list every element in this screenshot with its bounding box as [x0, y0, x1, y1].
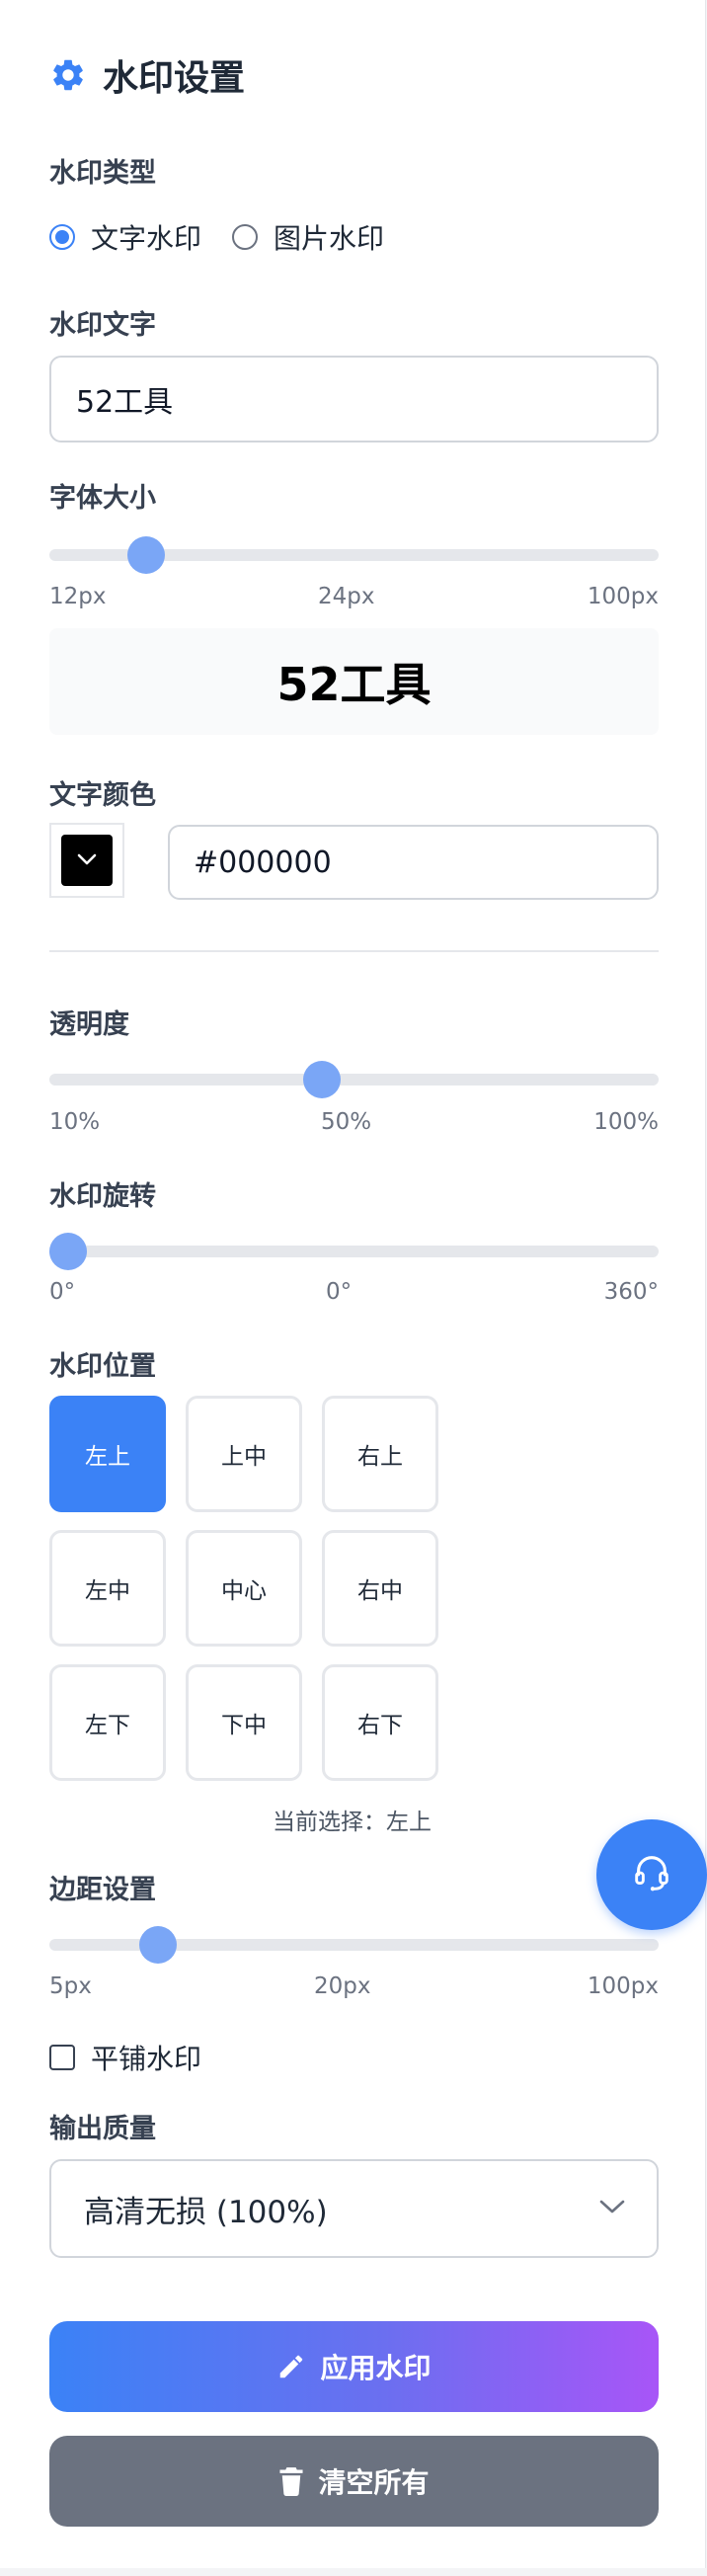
- font-size-slider-thumb[interactable]: [126, 536, 165, 574]
- radio-label: 文字水印: [91, 222, 202, 255]
- preview-text: 52工具: [276, 658, 432, 711]
- position-top-center-button[interactable]: 上中: [186, 1396, 302, 1512]
- headset-icon: [629, 1850, 674, 1899]
- opacity-label: 透明度: [49, 1009, 129, 1040]
- chevron-down-icon: [76, 851, 98, 870]
- opacity-slider-track[interactable]: [49, 1074, 659, 1086]
- position-middle-right-button[interactable]: 右中: [322, 1530, 438, 1647]
- panel-header: 水印设置: [49, 49, 245, 101]
- color-swatch[interactable]: [61, 835, 113, 886]
- position-center-button[interactable]: 中心: [186, 1530, 302, 1647]
- color-picker[interactable]: [49, 823, 124, 898]
- text-color-label: 文字颜色: [49, 780, 156, 811]
- margin-current-label: 20px: [314, 1973, 371, 1999]
- chevron-down-icon: [597, 2198, 627, 2219]
- margin-max-label: 100px: [587, 1973, 659, 1999]
- radio-text-watermark[interactable]: 文字水印: [49, 217, 201, 257]
- rotation-current-label: 0°: [326, 1279, 353, 1305]
- position-middle-left-button[interactable]: 左中: [49, 1530, 166, 1647]
- gear-icon: [49, 56, 87, 94]
- rotation-min-label: 0°: [49, 1279, 76, 1305]
- tile-watermark-checkbox[interactable]: [49, 2045, 75, 2070]
- watermark-text-label: 水印文字: [49, 310, 156, 341]
- clear-all-button[interactable]: 清空所有: [49, 2436, 659, 2527]
- font-size-label: 字体大小: [49, 483, 156, 514]
- hex-color-input[interactable]: [168, 825, 659, 900]
- opacity-current-label: 50%: [321, 1109, 372, 1135]
- position-bottom-center-button[interactable]: 下中: [186, 1664, 302, 1781]
- margin-min-label: 5px: [49, 1973, 92, 1999]
- clear-all-label: 清空所有: [318, 2466, 430, 2499]
- position-label: 水印位置: [49, 1351, 156, 1382]
- font-size-max-label: 100px: [587, 584, 659, 609]
- font-size-current-label: 24px: [318, 584, 375, 609]
- rotation-slider-track[interactable]: [49, 1246, 659, 1257]
- current-position-text: 当前选择：左上: [273, 1810, 432, 1835]
- output-quality-value: 高清无损 (100%): [84, 2194, 328, 2230]
- position-bottom-right-button[interactable]: 右下: [322, 1664, 438, 1781]
- pencil-icon: [276, 2352, 306, 2381]
- radio-button-unchecked[interactable]: [232, 224, 258, 250]
- divider: [49, 950, 659, 952]
- apply-watermark-button[interactable]: 应用水印: [49, 2321, 659, 2412]
- radio-image-watermark[interactable]: 图片水印: [232, 217, 384, 257]
- margin-slider-thumb[interactable]: [139, 1926, 178, 1964]
- watermark-text-input[interactable]: [49, 356, 659, 443]
- position-top-right-button[interactable]: 右上: [322, 1396, 438, 1512]
- rotation-max-label: 360°: [603, 1279, 659, 1305]
- tile-watermark-option[interactable]: 平铺水印: [49, 2038, 201, 2077]
- radio-button-checked[interactable]: [49, 224, 75, 250]
- trash-icon: [278, 2466, 304, 2496]
- radio-label: 图片水印: [274, 222, 385, 255]
- font-size-min-label: 12px: [49, 584, 107, 609]
- rotation-label: 水印旋转: [49, 1181, 156, 1212]
- apply-watermark-label: 应用水印: [320, 2352, 432, 2384]
- panel-title: 水印设置: [103, 58, 246, 99]
- margin-label: 边距设置: [49, 1875, 156, 1905]
- position-top-left-button[interactable]: 左上: [49, 1396, 166, 1512]
- tile-watermark-label: 平铺水印: [91, 2043, 202, 2075]
- output-quality-select[interactable]: 高清无损 (100%): [49, 2159, 659, 2258]
- rotation-slider-thumb[interactable]: [49, 1233, 87, 1270]
- output-quality-label: 输出质量: [49, 2114, 156, 2144]
- position-bottom-left-button[interactable]: 左下: [49, 1664, 166, 1781]
- watermark-settings-panel: 水印设置 水印类型 文字水印 图片水印 水印文字 字体大小 12px 24px …: [0, 0, 706, 2568]
- opacity-min-label: 10%: [49, 1109, 101, 1135]
- customer-support-button[interactable]: [596, 1819, 707, 1930]
- text-preview-box: 52工具: [49, 628, 659, 735]
- opacity-slider-thumb[interactable]: [303, 1061, 342, 1098]
- watermark-type-label: 水印类型: [49, 158, 156, 189]
- opacity-max-label: 100%: [593, 1109, 659, 1135]
